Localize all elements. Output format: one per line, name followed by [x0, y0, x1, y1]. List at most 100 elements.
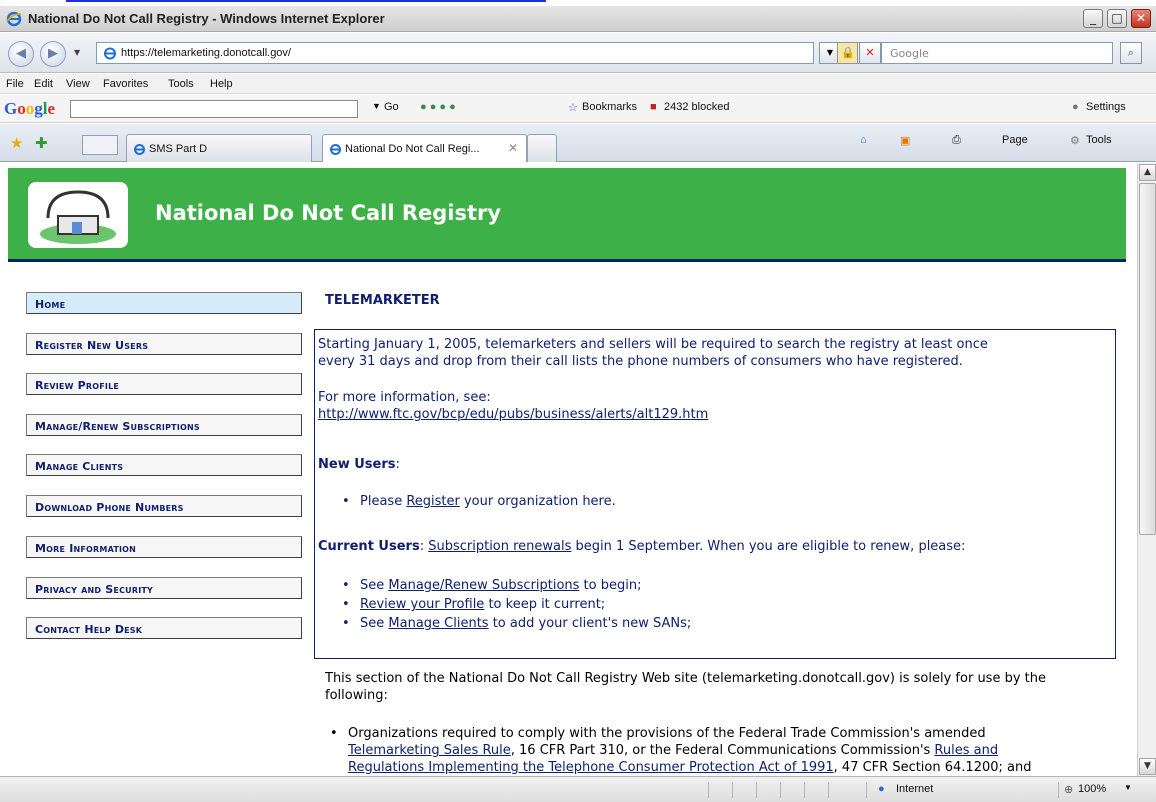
- new-users-line: New Users:: [318, 456, 400, 473]
- toolbar-icons[interactable]: ● ● ● ●: [420, 101, 456, 113]
- home-icon[interactable]: ⌂: [860, 134, 867, 146]
- page-icon: [104, 47, 116, 60]
- quick-tabs-button[interactable]: [82, 135, 118, 155]
- settings-button[interactable]: Settings: [1086, 101, 1126, 113]
- nav-home[interactable]: Home: [26, 292, 302, 314]
- menu-edit[interactable]: Edit: [34, 78, 53, 90]
- bullet-text: See: [360, 578, 389, 593]
- search-button[interactable]: ⌕: [1120, 42, 1142, 64]
- menu-favorites[interactable]: Favorites: [103, 78, 148, 90]
- close-button[interactable]: ✕: [1131, 9, 1151, 28]
- google-dropdown-icon[interactable]: ▼: [372, 101, 381, 111]
- nav-review-profile[interactable]: Review Profile: [26, 373, 302, 395]
- tools-menu[interactable]: Tools: [1086, 134, 1112, 146]
- scroll-down-button[interactable]: ▼: [1139, 758, 1156, 775]
- settings-icon: ●: [1072, 101, 1079, 113]
- bullet-text: Please: [360, 494, 407, 509]
- feeds-icon[interactable]: ▣: [900, 134, 910, 147]
- security-zone: Internet: [896, 783, 934, 795]
- zoom-icon: ⊕: [1064, 784, 1074, 796]
- back-button[interactable]: ◀: [8, 41, 34, 67]
- tools-gear-icon: ⚙: [1070, 135, 1080, 147]
- google-logo: Google: [4, 99, 56, 118]
- nav-label: Manage/Renew Subscriptions: [35, 420, 200, 433]
- menu-tools[interactable]: Tools: [168, 78, 194, 90]
- tab-sms-part-d[interactable]: SMS Part D: [126, 134, 312, 162]
- current-users-bullet-3: • See Manage Clients to add your client's…: [342, 615, 691, 632]
- stop-button[interactable]: ✕: [859, 42, 881, 64]
- nav-download-phone-numbers[interactable]: Download Phone Numbers: [26, 495, 302, 517]
- current-users-bullet-1: • See Manage/Renew Subscriptions to begin…: [342, 577, 641, 594]
- new-tab-button[interactable]: [527, 134, 557, 162]
- favorites-star-icon[interactable]: ★: [10, 134, 23, 152]
- intro-line-1: Starting January 1, 2005, telemarketers …: [318, 337, 988, 352]
- popup-blocked-count[interactable]: 2432 blocked: [664, 101, 729, 113]
- star-icon: ☆: [568, 102, 578, 114]
- org-text: , 47 CFR Section 64.1200; and: [833, 760, 1032, 775]
- nav-label: Register New Users: [35, 339, 149, 352]
- lock-icon[interactable]: 🔒: [837, 42, 859, 64]
- nav-more-information[interactable]: More Information: [26, 536, 302, 558]
- scroll-thumb[interactable]: [1139, 183, 1156, 535]
- tab-label: National Do Not Call Regi...: [345, 143, 480, 155]
- bullet-icon: •: [342, 494, 350, 509]
- register-link[interactable]: Register: [406, 494, 460, 509]
- forward-button[interactable]: ▶: [40, 41, 66, 67]
- more-info-text: For more information, see:: [318, 390, 491, 405]
- tab-close-icon[interactable]: ✕: [508, 141, 518, 155]
- scroll-up-button[interactable]: ▲: [1139, 164, 1156, 181]
- window-title: National Do Not Call Registry - Windows …: [28, 11, 385, 26]
- ftc-alert-link[interactable]: http://www.ftc.gov/bcp/edu/pubs/business…: [318, 406, 708, 423]
- page-heading: TELEMARKETER: [325, 293, 440, 308]
- address-bar-row: ◀ ▶ ▼ https://telemarketing.donotcall.go…: [0, 33, 1156, 73]
- minimize-button[interactable]: _: [1083, 9, 1103, 28]
- manage-renew-link[interactable]: Manage/Renew Subscriptions: [388, 578, 579, 593]
- vertical-scrollbar[interactable]: ▲ ▼: [1137, 163, 1156, 776]
- nav-contact-help-desk[interactable]: Contact Help Desk: [26, 617, 302, 639]
- address-field[interactable]: https://telemarketing.donotcall.gov/: [96, 42, 814, 64]
- nav-manage-renew-subscriptions[interactable]: Manage/Renew Subscriptions: [26, 414, 302, 436]
- current-users-line: Current Users: Subscription renewals beg…: [318, 538, 965, 555]
- menu-bar: File Edit View Favorites Tools Help: [0, 74, 1156, 94]
- status-separator: [732, 782, 733, 798]
- nav-privacy-and-security[interactable]: Privacy and Security: [26, 577, 302, 599]
- nav-label: Manage Clients: [35, 460, 124, 473]
- status-separator: [866, 782, 867, 798]
- org-line-3: Regulations Implementing the Telephone C…: [348, 759, 1031, 776]
- bookmarks-button[interactable]: Bookmarks: [582, 101, 637, 113]
- nav-register-new-users[interactable]: Register New Users: [26, 333, 302, 355]
- review-profile-link[interactable]: Review your Profile: [360, 597, 484, 612]
- add-favorite-icon[interactable]: ✚: [35, 134, 48, 152]
- bullet-text: to keep it current;: [484, 597, 606, 612]
- tcpa-regulations-link[interactable]: Regulations Implementing the Telephone C…: [348, 760, 834, 775]
- menu-file[interactable]: File: [6, 78, 24, 90]
- zoom-level[interactable]: 100%: [1078, 783, 1106, 795]
- subscription-renewals-link[interactable]: Subscription renewals: [428, 539, 571, 554]
- rules-and-link[interactable]: Rules and: [934, 743, 998, 758]
- link-underline: [66, 0, 546, 2]
- maximize-button[interactable]: □: [1107, 9, 1127, 28]
- current-users-colon: :: [419, 539, 429, 554]
- manage-clients-link[interactable]: Manage Clients: [388, 616, 488, 631]
- print-icon[interactable]: ⎙: [952, 134, 961, 147]
- zoom-dropdown-icon[interactable]: ▼: [1124, 783, 1132, 792]
- bullet-icon: •: [342, 616, 350, 631]
- page-menu[interactable]: Page: [1002, 134, 1028, 146]
- nav-manage-clients[interactable]: Manage Clients: [26, 454, 302, 476]
- search-placeholder: Google: [890, 47, 929, 60]
- nav-label: Privacy and Security: [35, 583, 154, 596]
- google-search-input[interactable]: [70, 100, 358, 118]
- current-users-bullet-2: • Review your Profile to keep it current;: [342, 596, 605, 613]
- section-line-2: following:: [325, 688, 388, 703]
- telemarketing-sales-rule-link[interactable]: Telemarketing Sales Rule: [348, 743, 511, 758]
- google-go-button[interactable]: Go: [384, 101, 399, 113]
- search-box[interactable]: Google: [881, 42, 1113, 64]
- google-toolbar: Google ▼ Go ● ● ● ● ☆ Bookmarks ■ 2432 b…: [0, 95, 1156, 123]
- tab-ie-icon: [134, 144, 145, 155]
- menu-view[interactable]: View: [66, 78, 90, 90]
- bullet-text: your organization here.: [459, 494, 616, 509]
- menu-help[interactable]: Help: [210, 78, 233, 90]
- org-text: Organizations required to comply with th…: [348, 726, 986, 741]
- tab-national-dnc[interactable]: National Do Not Call Regi... ✕: [322, 134, 527, 162]
- history-dropdown-icon[interactable]: ▼: [74, 48, 80, 57]
